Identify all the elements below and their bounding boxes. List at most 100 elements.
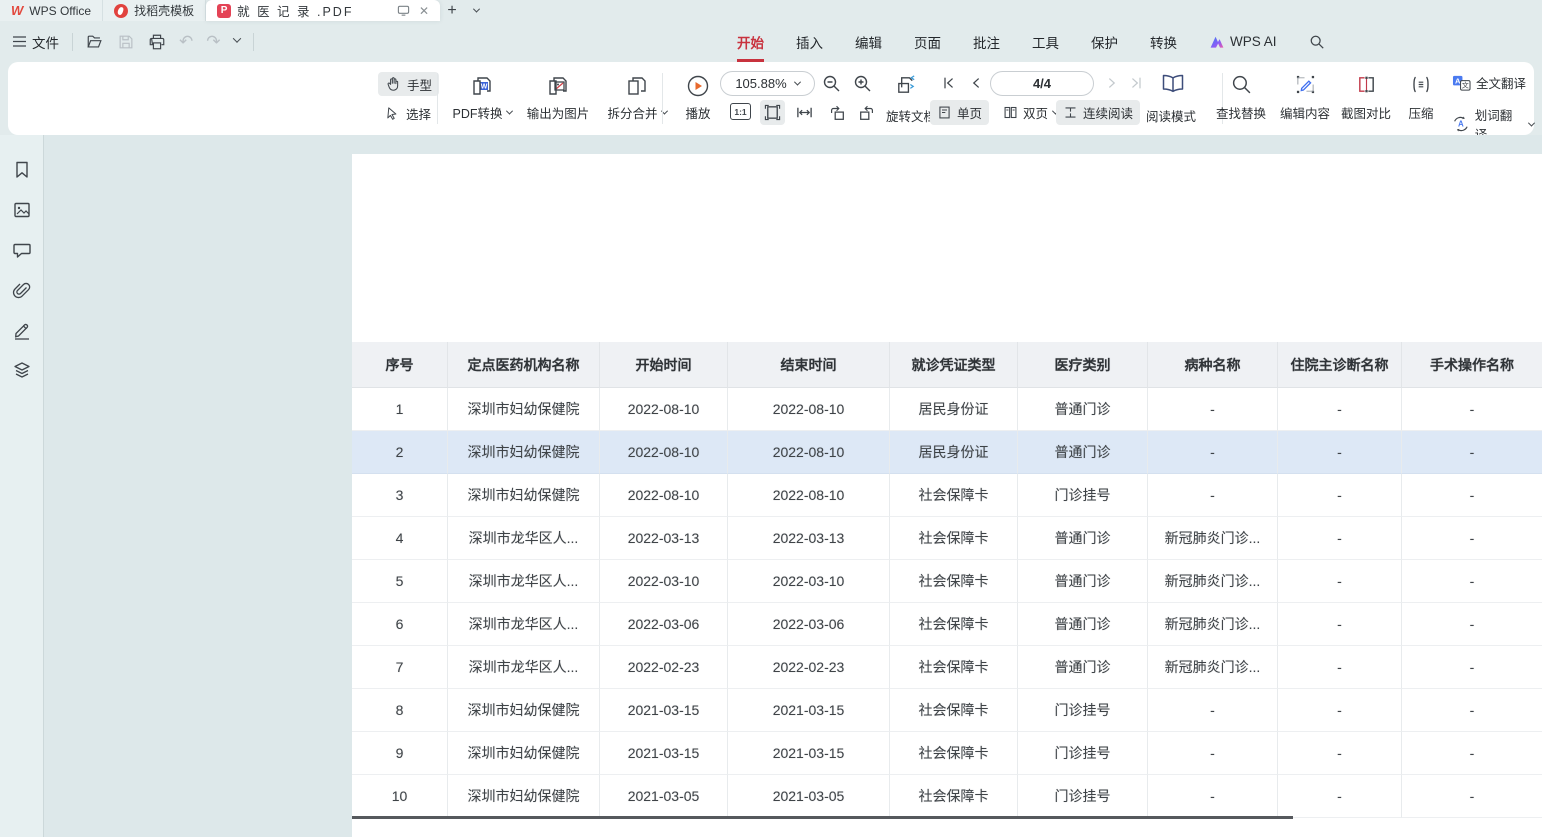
export-image-button[interactable]: 输出为图片 [522, 67, 594, 130]
tab-docer-templates[interactable]: 找稻壳模板 [103, 0, 206, 21]
tab-protect[interactable]: 保护 [1091, 32, 1118, 52]
table-cell: 社会保障卡 [890, 603, 1018, 646]
table-cell: 2022-08-10 [600, 388, 728, 431]
redo-icon[interactable]: ↷ [206, 33, 220, 50]
pdf-convert-button[interactable]: W PDF转换 [446, 67, 518, 130]
more-actions-chevron-icon[interactable] [232, 34, 240, 42]
table-cell: - [1278, 388, 1402, 431]
split-merge-button[interactable]: 拆分合并 [598, 67, 676, 130]
table-cell: 3 [352, 474, 448, 517]
table-row[interactable]: 7深圳市龙华区人...2022-02-232022-02-23社会保障卡普通门诊… [352, 646, 1542, 689]
table-row[interactable]: 4深圳市龙华区人...2022-03-132022-03-13社会保障卡普通门诊… [352, 517, 1542, 560]
rotate-right-button[interactable] [854, 100, 879, 125]
table-cell: 2022-08-10 [728, 431, 890, 474]
first-page-icon[interactable] [941, 75, 957, 91]
table-row[interactable]: 3深圳市妇幼保健院2022-08-102022-08-10社会保障卡门诊挂号--… [352, 474, 1542, 517]
zoom-in-icon[interactable] [853, 74, 873, 94]
bookmarks-icon[interactable] [12, 160, 32, 180]
table-row[interactable]: 1深圳市妇幼保健院2022-08-102022-08-10居民身份证普通门诊--… [352, 388, 1542, 431]
hand-tool-button[interactable]: 手型 [378, 72, 439, 96]
table-cell: - [1402, 517, 1542, 560]
tab-comment[interactable]: 批注 [973, 32, 1000, 52]
print-icon[interactable] [148, 33, 166, 51]
rotate-left-button[interactable] [824, 100, 849, 125]
continuous-read-button[interactable]: 连续阅读 [1056, 100, 1140, 125]
window-tab-bar: W WPS Office 找稻壳模板 P 就 医 记 录 .PDF ✕ + [0, 0, 1542, 21]
rotate-doc-label[interactable]: 旋转文档 [886, 106, 936, 125]
monitor-icon[interactable] [397, 4, 410, 17]
table-cell: 社会保障卡 [890, 517, 1018, 560]
comments-icon[interactable] [12, 240, 32, 260]
signature-icon[interactable] [12, 320, 32, 340]
table-cell: 4 [352, 517, 448, 560]
column-header: 开始时间 [600, 342, 728, 388]
compress-button[interactable]: 压缩 [1393, 67, 1449, 130]
table-cell: - [1278, 646, 1402, 689]
table-cell: - [1402, 431, 1542, 474]
prev-page-icon[interactable] [968, 75, 984, 91]
tab-tools[interactable]: 工具 [1032, 32, 1059, 52]
save-icon[interactable] [117, 33, 135, 51]
read-mode-label[interactable]: 阅读模式 [1146, 106, 1196, 125]
table-cell: - [1402, 646, 1542, 689]
edit-content-icon [1295, 74, 1316, 95]
read-mode-icon[interactable] [1160, 70, 1186, 96]
wps-ai-button[interactable]: WPS AI [1209, 34, 1277, 49]
table-cell: 2021-03-15 [728, 732, 890, 775]
next-page-icon[interactable] [1104, 75, 1120, 91]
close-tab-icon[interactable]: ✕ [419, 4, 429, 18]
tab-document-active[interactable]: P 就 医 记 录 .PDF ✕ [206, 0, 440, 21]
zoom-level-select[interactable]: 105.88% [720, 71, 815, 96]
cursor-icon [385, 106, 400, 121]
layers-icon[interactable] [12, 360, 32, 380]
fit-page-button[interactable] [760, 100, 785, 125]
thumbnails-icon[interactable] [12, 200, 32, 220]
open-file-icon[interactable] [86, 33, 104, 51]
search-icon[interactable] [1309, 34, 1325, 50]
new-tab-button[interactable]: + [440, 0, 464, 21]
actual-size-button[interactable]: 1:1 [730, 103, 751, 120]
rotate-left-icon [828, 104, 846, 122]
table-cell: 2022-02-23 [728, 646, 890, 689]
table-cell: - [1278, 431, 1402, 474]
select-tool-button[interactable]: 选择 [378, 101, 439, 125]
table-cell: 1 [352, 388, 448, 431]
screenshot-compare-button[interactable]: 截图对比 [1331, 67, 1401, 130]
full-translate-button[interactable]: A文 全文翻译 [1452, 73, 1526, 92]
tab-edit[interactable]: 编辑 [855, 32, 882, 52]
tab-list-chevron-icon[interactable] [464, 0, 488, 21]
double-page-button[interactable]: 双页 [996, 100, 1065, 125]
table-cell: 2022-08-10 [728, 388, 890, 431]
file-menu[interactable]: 文件 [12, 32, 59, 52]
play-button[interactable]: 播放 [674, 67, 722, 130]
table-row[interactable]: 10深圳市妇幼保健院2021-03-052021-03-05社会保障卡门诊挂号-… [352, 775, 1542, 818]
divider [662, 73, 663, 124]
tab-home[interactable]: 开始 [737, 32, 764, 52]
last-page-icon[interactable] [1128, 75, 1144, 91]
table-cell: 新冠肺炎门诊... [1148, 560, 1278, 603]
table-row[interactable]: 5深圳市龙华区人...2022-03-102022-03-10社会保障卡普通门诊… [352, 560, 1542, 603]
table-cell: 门诊挂号 [1018, 732, 1148, 775]
table-row[interactable]: 2深圳市妇幼保健院2022-08-102022-08-10居民身份证普通门诊--… [352, 431, 1542, 474]
tab-convert[interactable]: 转换 [1150, 32, 1177, 52]
left-panel-strip [0, 135, 44, 837]
tab-wps-office[interactable]: W WPS Office [0, 0, 103, 21]
fit-width-button[interactable] [792, 100, 817, 125]
pdf-canvas[interactable]: 序号定点医药机构名称开始时间结束时间就诊凭证类型医疗类别病种名称住院主诊断名称手… [44, 135, 1542, 837]
table-row[interactable]: 9深圳市妇幼保健院2021-03-152021-03-15社会保障卡门诊挂号--… [352, 732, 1542, 775]
screenshot-compare-label: 截图对比 [1341, 103, 1391, 122]
single-page-label: 单页 [957, 103, 982, 122]
table-row[interactable]: 8深圳市妇幼保健院2021-03-152021-03-15社会保障卡门诊挂号--… [352, 689, 1542, 732]
undo-icon[interactable]: ↶ [179, 33, 193, 50]
find-replace-button[interactable]: 查找替换 [1206, 67, 1276, 130]
table-cell: 2022-03-10 [600, 560, 728, 603]
single-page-button[interactable]: 单页 [930, 100, 989, 125]
page-indicator-input[interactable]: 4/4 [990, 71, 1094, 96]
tab-insert[interactable]: 插入 [796, 32, 823, 52]
edit-content-button[interactable]: 编辑内容 [1270, 67, 1340, 130]
tab-page[interactable]: 页面 [914, 32, 941, 52]
attachment-icon[interactable] [12, 280, 32, 300]
table-row[interactable]: 6深圳市龙华区人...2022-03-062022-03-06社会保障卡普通门诊… [352, 603, 1542, 646]
zoom-out-icon[interactable] [822, 74, 842, 94]
extract-pages-icon[interactable] [894, 72, 919, 97]
